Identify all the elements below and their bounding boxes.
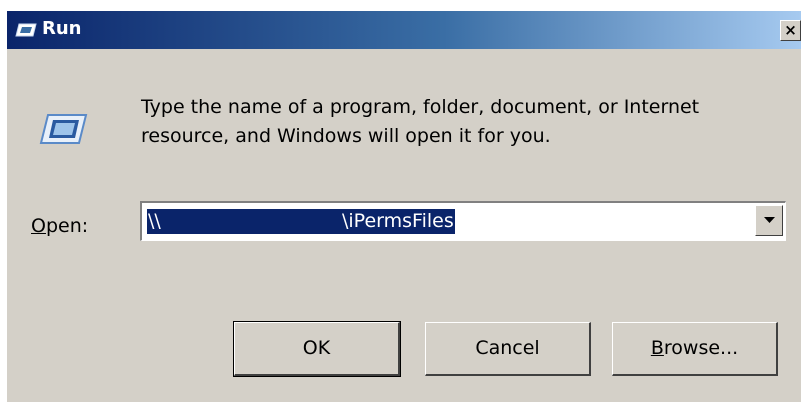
open-input[interactable]: \\ \iPermsFiles (147, 209, 455, 234)
open-label-accelerator: O (31, 215, 46, 237)
open-combobox[interactable]: \\ \iPermsFiles (140, 201, 786, 241)
run-dialog: Run × Type the name of a program, folder… (6, 10, 801, 402)
dropdown-button[interactable] (755, 205, 783, 236)
chevron-down-icon (764, 217, 775, 223)
title-bar[interactable]: Run × (7, 11, 801, 49)
run-icon (15, 23, 37, 37)
open-label: Open: (31, 214, 88, 238)
dialog-description: Type the name of a program, folder, docu… (141, 96, 700, 147)
run-program-icon (39, 114, 88, 144)
open-label-text: pen: (45, 215, 89, 237)
ok-button[interactable]: OK (233, 321, 401, 377)
cancel-button[interactable]: Cancel (425, 322, 591, 376)
browse-label: rowse... (663, 337, 739, 359)
browse-button[interactable]: Browse... (612, 322, 778, 376)
close-button[interactable]: × (780, 20, 801, 41)
browse-accelerator: B (650, 337, 664, 359)
window-title: Run (42, 18, 82, 39)
